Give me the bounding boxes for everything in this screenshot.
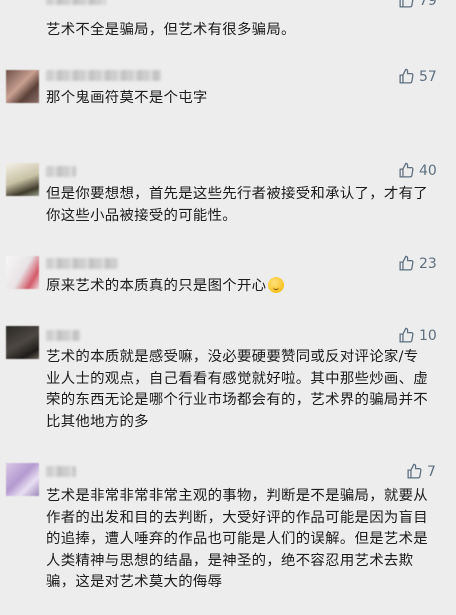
like-count: 23 [419, 255, 437, 272]
avatar[interactable] [6, 70, 39, 103]
like-button[interactable]: 79 [398, 0, 437, 9]
thinking-face-emoji [268, 277, 285, 293]
commenter-name-blurred [46, 466, 76, 477]
comment-text: 艺术的本质就是感受嘛，没必要硬要赞同或反对评论家/专业人士的观点，自己看看有感觉… [46, 349, 428, 430]
like-count: 10 [419, 327, 437, 344]
like-count: 79 [419, 0, 437, 9]
avatar[interactable] [6, 163, 39, 196]
like-button[interactable]: 40 [398, 162, 437, 179]
commenter-name-blurred [46, 70, 161, 81]
avatar[interactable] [6, 326, 39, 359]
commenter-name-blurred [46, 258, 118, 269]
like-count: 57 [419, 68, 437, 85]
comment-text: 那个鬼画符莫不是个屯字 [46, 90, 208, 106]
like-count: 7 [427, 463, 436, 480]
thumbs-up-icon [407, 463, 422, 479]
comment-text: 艺术不全是骗局，但艺术有很多骗局。 [46, 22, 296, 38]
comment-text: 但是你要想想，首先是这些先行者被接受和承认了，才有了你这些小品被接受的可能性。 [46, 186, 428, 224]
thumbs-up-icon [399, 162, 414, 178]
thumbs-up-icon [399, 0, 414, 8]
like-button[interactable]: 57 [398, 68, 437, 85]
avatar[interactable] [6, 463, 39, 496]
comment-text: 原来艺术的本质真的只是图个开心 [46, 278, 267, 294]
like-button[interactable]: 10 [398, 327, 437, 344]
commenter-name-blurred [46, 330, 80, 341]
like-count: 40 [419, 162, 437, 179]
comment-text-row: 原来艺术的本质真的只是图个开心 [46, 276, 432, 298]
thumbs-up-icon [399, 255, 414, 271]
comment-text: 艺术是非常非常非常主观的事物，判断是不是骗局，就要从作者的出发和目的去判断，大受… [46, 488, 428, 590]
commenter-name-blurred [46, 166, 76, 177]
thumbs-up-icon [399, 327, 414, 343]
commenter-name-blurred [46, 0, 106, 5]
like-button[interactable]: 23 [398, 255, 437, 272]
avatar[interactable] [6, 256, 39, 289]
like-button[interactable]: 7 [406, 463, 436, 480]
thumbs-up-icon [399, 68, 414, 84]
